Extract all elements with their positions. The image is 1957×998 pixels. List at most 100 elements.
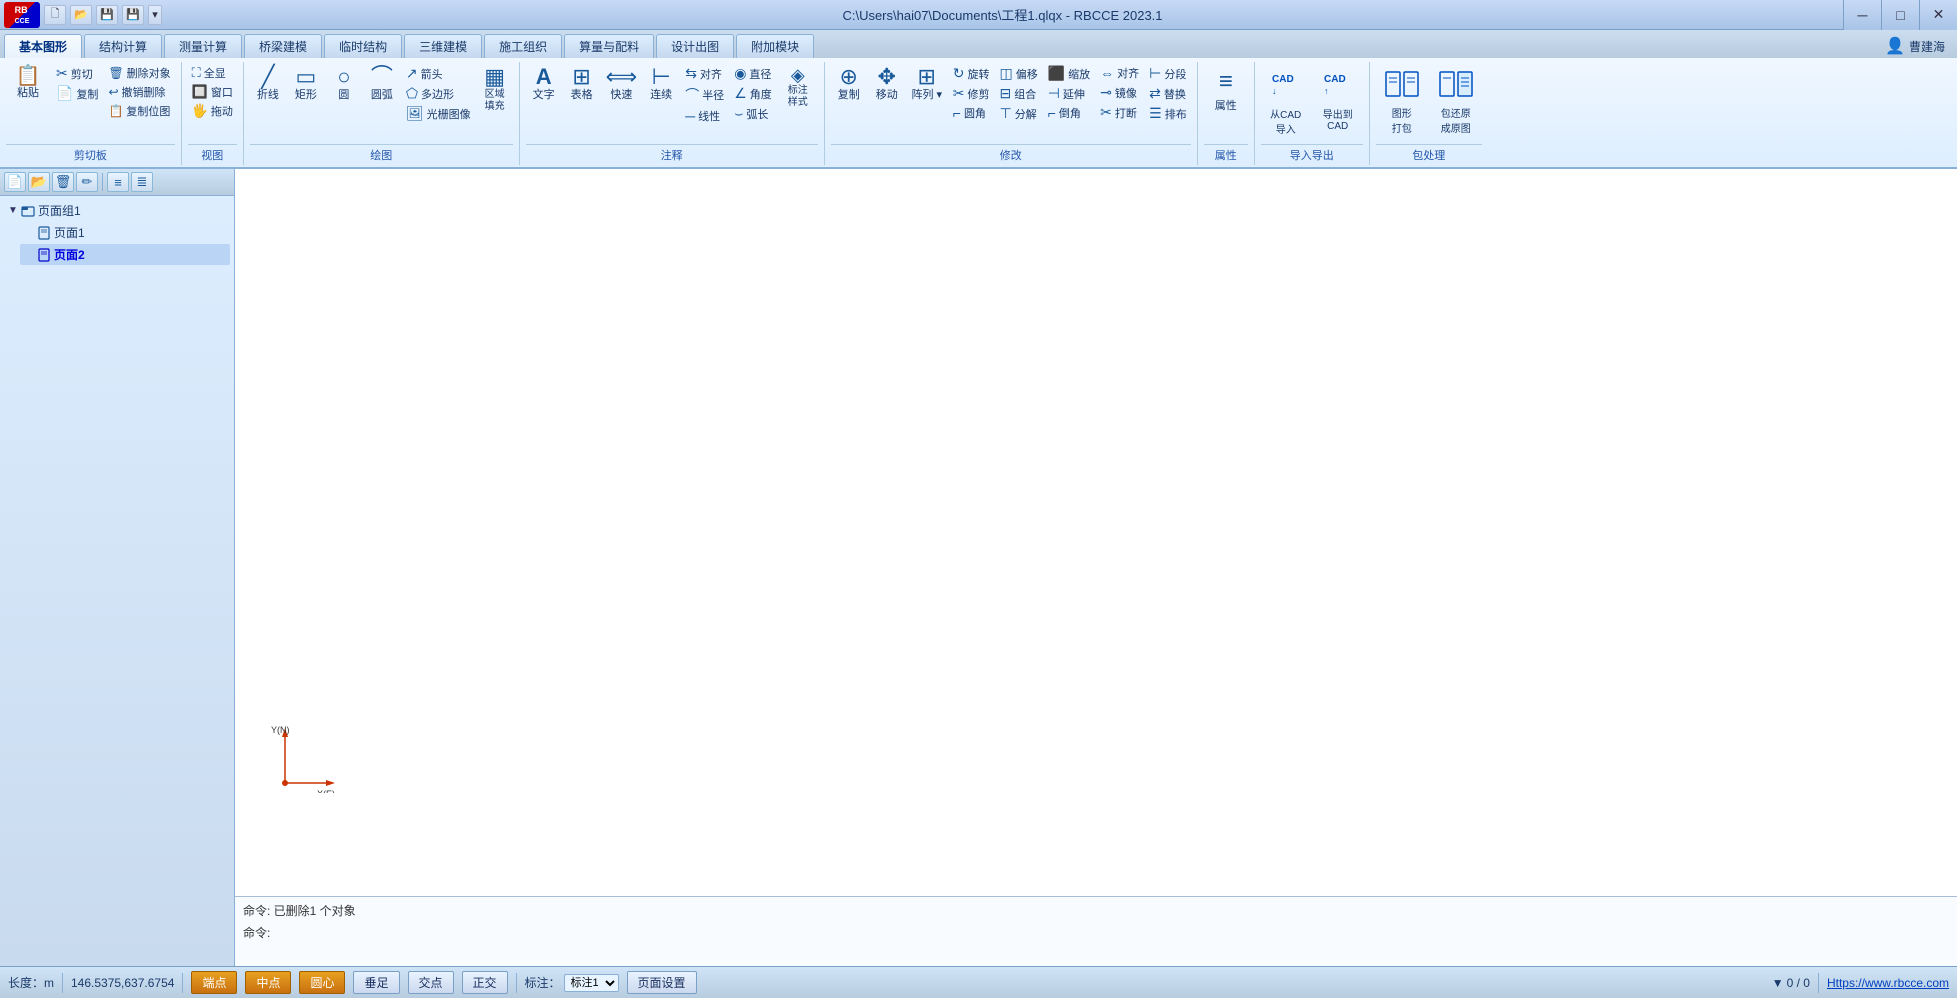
fill-btn[interactable]: ▦ 区域填充	[477, 64, 513, 115]
angle-label: 角度	[750, 86, 772, 102]
continuous-dim-btn[interactable]: ⊢ 连续	[643, 64, 679, 104]
segment-btn[interactable]: ⊢ 分段	[1145, 64, 1191, 83]
raster-btn[interactable]: 🖼 光栅图像	[402, 104, 475, 123]
snap-intersection-btn[interactable]: 交点	[408, 971, 454, 994]
rename-page-btn[interactable]: ✏	[76, 172, 98, 192]
angle-dim-btn[interactable]: ∠ 角度	[730, 84, 776, 103]
text-btn[interactable]: A 文字	[526, 64, 562, 104]
radius-dim-btn[interactable]: ⌒ 半径	[681, 84, 728, 106]
fillet-btn[interactable]: ⌐ 圆角	[949, 104, 994, 122]
move-icon: ✥	[878, 66, 896, 88]
offset-btn[interactable]: ◫ 偏移	[995, 64, 1041, 83]
align-mod-btn[interactable]: ⇔ 对齐	[1096, 64, 1143, 82]
linear-dim-btn[interactable]: ─ 线性	[681, 107, 728, 125]
rect-icon: ▭	[295, 66, 316, 88]
save-as-btn[interactable]: 💾	[122, 5, 144, 25]
tab-construction[interactable]: 施工组织	[484, 34, 562, 58]
dropdown-btn[interactable]: ▾	[148, 5, 162, 25]
snap-midpoint-btn[interactable]: 中点	[245, 971, 291, 994]
break-btn[interactable]: ✂ 打断	[1096, 103, 1143, 122]
export-cad-label: 导出到CAD	[1323, 106, 1353, 132]
user-menu[interactable]: 👤 曹建海	[1873, 34, 1957, 58]
combine-btn[interactable]: ⊟ 组合	[995, 84, 1041, 103]
annotation-select[interactable]: 标注1	[564, 974, 619, 992]
import-cad-btn[interactable]: CAD↓ 从CAD导入	[1261, 64, 1311, 140]
diameter-dim-btn[interactable]: ◉ 直径	[730, 64, 776, 83]
signal-icon: ▼	[1772, 976, 1784, 990]
rotate-btn[interactable]: ↻ 旋转	[949, 64, 994, 83]
trim-btn[interactable]: ✂ 修剪	[949, 84, 994, 103]
polygon-btn[interactable]: ⬠ 多边形	[402, 84, 475, 103]
chamfer-btn[interactable]: ⌐ 倒角	[1044, 104, 1094, 122]
tree-group[interactable]: ▼ 页面组1	[4, 200, 230, 221]
svg-text:CAD: CAD	[1272, 74, 1294, 85]
scale-btn[interactable]: ⬛ 缩放	[1044, 64, 1094, 83]
mod-col3: ⊞ 阵列 ▾	[907, 64, 947, 104]
undo-delete-btn[interactable]: ↩ 撤销删除	[104, 83, 174, 101]
properties-btn[interactable]: ≡ 属性	[1204, 64, 1248, 117]
snap-center-btn[interactable]: 圆心	[299, 971, 345, 994]
tab-temp-struct[interactable]: 临时结构	[324, 34, 402, 58]
arc-btn[interactable]: ⌒ 圆弧	[364, 64, 400, 104]
copy-btn[interactable]: 📄 复制	[52, 84, 102, 103]
export-cad-btn[interactable]: CAD↑ 导出到CAD	[1313, 64, 1363, 136]
replace-btn[interactable]: ⇄ 替换	[1145, 84, 1191, 103]
tab-addon[interactable]: 附加模块	[736, 34, 814, 58]
unpack-btn[interactable]: 包还原成原图	[1430, 64, 1482, 139]
tab-structural-calc[interactable]: 结构计算	[84, 34, 162, 58]
snap-perpendicular-btn[interactable]: 垂足	[353, 971, 399, 994]
arrow-btn[interactable]: ↗ 箭头	[402, 64, 475, 83]
mirror-btn[interactable]: ⊸ 镜像	[1096, 83, 1143, 102]
sort-down-btn[interactable]: ≣	[131, 172, 153, 192]
array-btn[interactable]: ⊞ 阵列 ▾	[907, 64, 947, 104]
drawing-canvas[interactable]: Y(N) X(E)	[235, 169, 1957, 896]
minimize-btn[interactable]: ─	[1843, 0, 1881, 30]
arc-len-btn[interactable]: ⌣ 弧长	[730, 104, 776, 123]
copy-bitmap-btn[interactable]: 📋 复制位图	[104, 102, 174, 120]
rect-btn[interactable]: ▭ 矩形	[288, 64, 324, 104]
tab-3d-model[interactable]: 三维建模	[404, 34, 482, 58]
page-settings-btn[interactable]: 页面设置	[627, 971, 697, 994]
tab-bridge-model[interactable]: 桥梁建模	[244, 34, 322, 58]
sort-up-btn[interactable]: ≡	[107, 172, 129, 192]
page2-item[interactable]: 页面2	[20, 244, 230, 265]
copy-modify-btn[interactable]: ⊕ 复制	[831, 64, 867, 104]
maximize-btn[interactable]: □	[1881, 0, 1919, 30]
save-file-btn[interactable]: 💾	[96, 5, 118, 25]
close-btn[interactable]: ✕	[1919, 0, 1957, 30]
drag-btn[interactable]: 🖐 拖动	[188, 102, 237, 120]
ortho-btn[interactable]: 正交	[462, 971, 508, 994]
snap-endpoint-btn[interactable]: 端点	[191, 971, 237, 994]
table-btn[interactable]: ⊞ 表格	[564, 64, 600, 104]
arrange-btn[interactable]: ☰ 排布	[1145, 104, 1191, 123]
dim-style-btn[interactable]: ◈ 标注样式	[778, 64, 818, 111]
quick-dim-btn[interactable]: ⟺ 快速	[602, 64, 642, 104]
circle-btn[interactable]: ○ 圆	[326, 64, 362, 104]
cmd-input[interactable]	[274, 926, 1949, 940]
new-file-btn[interactable]: 🗋	[44, 5, 66, 25]
extend-btn[interactable]: ⊣ 延伸	[1044, 84, 1094, 103]
tab-measurement[interactable]: 测量计算	[164, 34, 242, 58]
circle-label: 圆	[338, 89, 349, 102]
align-dim-btn[interactable]: ⇆ 对齐	[681, 64, 728, 83]
polyline-btn[interactable]: ╱ 折线	[250, 64, 286, 104]
website-link[interactable]: Https://www.rbcce.com	[1827, 976, 1949, 990]
new-page-btn[interactable]: 📄	[4, 172, 26, 192]
main-area: 📄 📂 🗑 ✏ ≡ ≣ ▼ 页面组1 页面1	[0, 169, 1957, 966]
window-view-btn[interactable]: 🔲 窗口	[188, 83, 237, 101]
open-file-btn[interactable]: 📂	[70, 5, 92, 25]
pack-btn[interactable]: 图形打包	[1376, 64, 1428, 139]
group-modify-content: ⊕ 复制 ✥ 移动 ⊞ 阵列 ▾	[831, 62, 1191, 142]
move-btn[interactable]: ✥ 移动	[869, 64, 905, 104]
tab-design-drawing[interactable]: 设计出图	[656, 34, 734, 58]
delete-obj-btn[interactable]: 🗑 删除对象	[104, 64, 174, 82]
paste-btn[interactable]: 📋 粘贴	[6, 64, 50, 102]
decompose-btn[interactable]: ⊤ 分解	[995, 104, 1041, 123]
cut-btn[interactable]: ✂ 剪切	[52, 64, 102, 83]
tab-quantity[interactable]: 算量与配料	[564, 34, 654, 58]
full-display-btn[interactable]: ⛶ 全显	[188, 64, 237, 82]
open-page-btn[interactable]: 📂	[28, 172, 50, 192]
page1-item[interactable]: 页面1	[20, 222, 230, 243]
delete-page-btn[interactable]: 🗑	[52, 172, 74, 192]
tab-basic-shapes[interactable]: 基本图形	[4, 34, 82, 58]
